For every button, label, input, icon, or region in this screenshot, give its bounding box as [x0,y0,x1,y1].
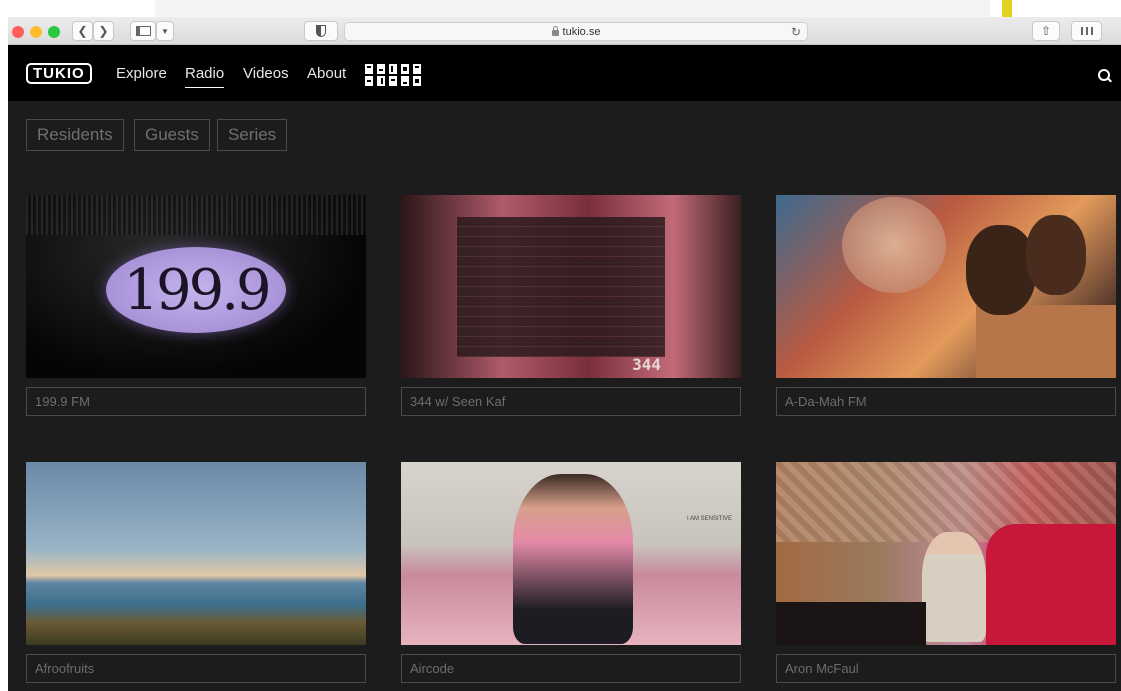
show-thumbnail[interactable] [776,195,1116,378]
show-tabs-button[interactable] [1071,21,1102,41]
nav-about[interactable]: About [307,65,346,82]
show-card[interactable]: 344 344 w/ Seen Kaf [401,195,741,416]
thumbnail-figure [922,532,986,642]
show-thumbnail[interactable]: I AM SENSITIVE [401,462,741,645]
chevron-right-icon: ❯ [98,24,109,38]
show-title[interactable]: Aron McFaul [776,654,1116,683]
page-content: TUKIO Explore Radio Videos About Residen… [8,45,1121,691]
filter-residents[interactable]: Residents [26,119,124,151]
forward-button[interactable]: ❯ [93,21,114,41]
chevron-down-icon: ▼ [161,26,169,36]
nav-explore[interactable]: Explore [116,65,167,82]
close-window-button[interactable] [12,26,24,38]
thumbnail-figure [1026,215,1086,295]
show-card[interactable]: I AM SENSITIVE Aircode [401,462,741,683]
thumbnail-figure [966,225,1036,315]
nav-radio[interactable]: Radio [185,65,225,88]
share-icon: ⇧ [1040,24,1052,38]
filter-series[interactable]: Series [217,119,288,151]
show-thumbnail[interactable]: 344 [401,195,741,378]
pixel-logo[interactable] [365,64,425,86]
show-card[interactable]: A-Da-Mah FM [776,195,1116,416]
reload-icon[interactable]: ↻ [791,25,801,39]
background-window [155,0,990,17]
thumbnail-overlay [457,217,665,357]
show-title[interactable]: Afroofruits [26,654,366,683]
thumbnail-label: 344 [632,355,661,374]
show-card[interactable]: 199.9 199.9 FM [26,195,366,416]
thumbnail-shape [976,305,1116,378]
sidebar-button[interactable] [130,21,156,41]
thumbnail-logo: 199.9 [106,247,286,333]
site-logo[interactable]: TUKIO [26,63,92,84]
tabs-grid-icon [1080,27,1093,35]
chevron-left-icon: ❮ [77,24,88,38]
sidebar-menu-button[interactable]: ▼ [156,21,174,41]
lock-icon [551,25,559,36]
share-button[interactable]: ⇧ [1032,21,1060,41]
minimize-window-button[interactable] [30,26,42,38]
show-card[interactable]: Afroofruits [26,462,366,683]
site-header: TUKIO Explore Radio Videos About [8,45,1121,101]
url-text: tukio.se [562,25,601,38]
sidebar-icon [135,26,151,36]
thumbnail-texture [26,195,366,235]
show-thumbnail[interactable] [26,462,366,645]
shield-icon [316,25,326,37]
show-title[interactable]: A-Da-Mah FM [776,387,1116,416]
thumbnail-shape [986,524,1116,645]
browser-toolbar: ❮ ❯ ▼ tukio.se ↻ ⇧ [8,17,1121,45]
show-card[interactable]: Aron McFaul [776,462,1116,683]
thumbnail-shape [842,197,946,293]
search-icon[interactable] [1098,69,1110,81]
background-accent [1002,0,1012,17]
show-title[interactable]: 344 w/ Seen Kaf [401,387,741,416]
show-title[interactable]: 199.9 FM [26,387,366,416]
show-thumbnail[interactable]: 199.9 [26,195,366,378]
desktop-background [0,0,1121,17]
back-button[interactable]: ❮ [72,21,93,41]
privacy-report-button[interactable] [304,21,338,41]
show-thumbnail[interactable] [776,462,1116,645]
nav-videos[interactable]: Videos [243,65,289,82]
show-title[interactable]: Aircode [401,654,741,683]
thumbnail-figure [513,474,633,644]
address-bar[interactable]: tukio.se ↻ [344,22,808,41]
thumbnail-shape [776,602,926,645]
zoom-window-button[interactable] [48,26,60,38]
thumbnail-sign: I AM SENSITIVE [687,516,733,522]
filter-guests[interactable]: Guests [134,119,210,151]
